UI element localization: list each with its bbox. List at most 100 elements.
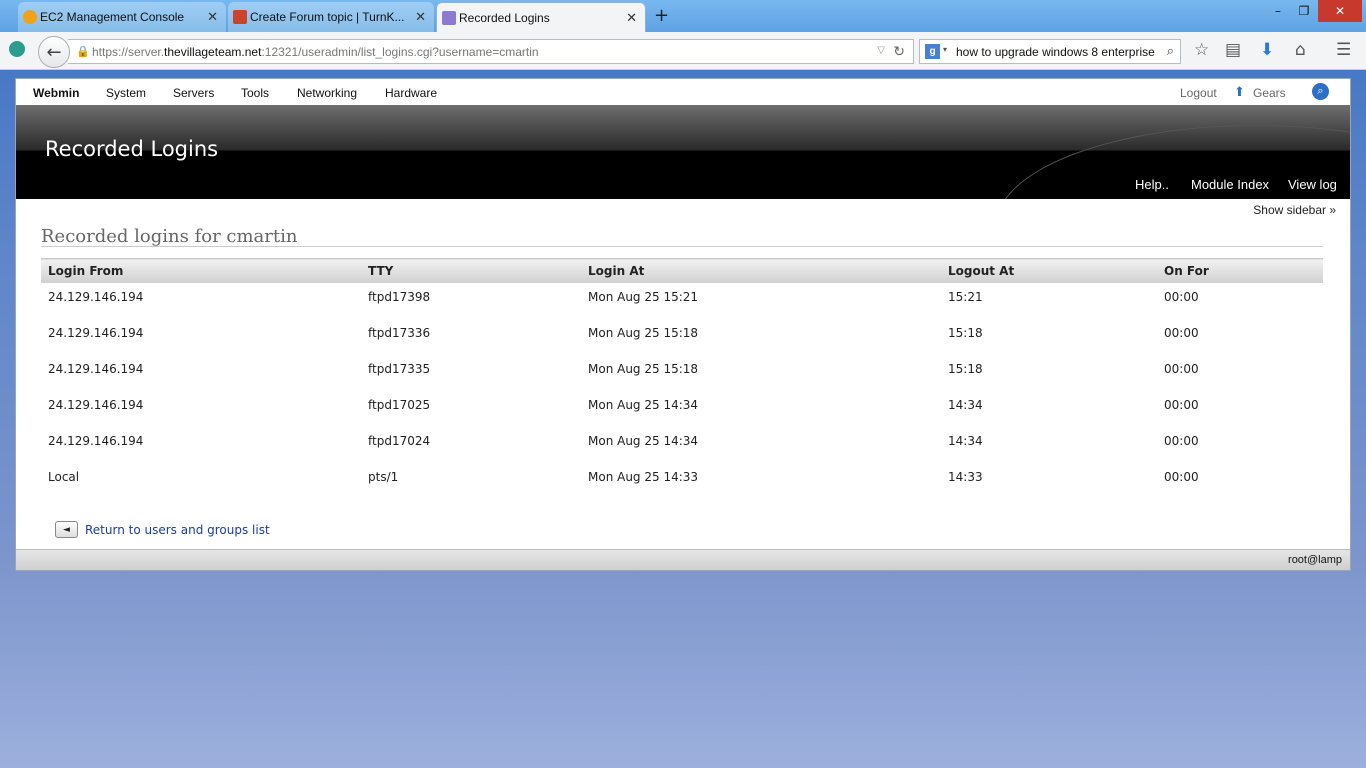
tab-create-forum-topic[interactable]: Create Forum topic | TurnK... ✕ — [228, 2, 434, 32]
nav-hardware[interactable]: Hardware — [385, 86, 437, 100]
login-at-cell: Mon Aug 25 14:34 — [588, 397, 699, 412]
back-triangle-icon[interactable]: ◄ — [55, 521, 78, 538]
col-logout-at: Logout At — [941, 258, 1157, 283]
table-row: Local pts/1 Mon Aug 25 14:33 14:33 00:00 — [41, 463, 1323, 499]
nav-servers[interactable]: Servers — [173, 86, 214, 100]
nav-networking[interactable]: Networking — [297, 86, 357, 100]
tty-cell: ftpd17335 — [368, 361, 431, 376]
reload-icon[interactable]: ↻ — [893, 43, 905, 60]
nav-tools[interactable]: Tools — [241, 86, 269, 100]
login-from-cell: 24.129.146.194 — [48, 361, 144, 376]
login-from-cell: 24.129.146.194 — [48, 325, 144, 340]
back-arrow-icon: ← — [46, 41, 62, 63]
return-link-container: ◄ Return to users and groups list — [55, 521, 270, 538]
table-row: 24.129.146.194 ftpd17024 Mon Aug 25 14:3… — [41, 427, 1323, 463]
tab-title: EC2 Management Console — [40, 10, 185, 24]
help-link[interactable]: Help.. — [1135, 177, 1169, 192]
on-for-cell: 00:00 — [1164, 433, 1199, 448]
identity-icon[interactable] — [9, 41, 25, 57]
close-tab-icon[interactable]: ✕ — [626, 10, 637, 26]
tty-cell: ftpd17025 — [368, 397, 431, 412]
url-prefix: https://server. — [92, 44, 165, 59]
module-header: Recorded Logins Help.. Module Index View… — [16, 105, 1350, 199]
on-for-cell: 00:00 — [1164, 469, 1199, 484]
login-at-cell: Mon Aug 25 15:18 — [588, 361, 699, 376]
footer-user: root@lamp — [1288, 554, 1342, 566]
tty-cell: ftpd17336 — [368, 325, 431, 340]
table-row: 24.129.146.194 ftpd17025 Mon Aug 25 14:3… — [41, 391, 1323, 427]
footer-bar: root@lamp — [16, 549, 1350, 570]
login-at-cell: Mon Aug 25 15:18 — [588, 325, 699, 340]
turnkey-favicon-icon — [233, 10, 247, 24]
logout-link[interactable]: Logout — [1180, 86, 1217, 100]
gears-link[interactable]: Gears — [1253, 86, 1286, 100]
on-for-cell: 00:00 — [1164, 325, 1199, 340]
table-row: 24.129.146.194 ftpd17398 Mon Aug 25 15:2… — [41, 283, 1323, 319]
browser-tab-bar: EC2 Management Console ✕ Create Forum to… — [0, 0, 1366, 32]
search-input[interactable]: g ▾ how to upgrade windows 8 enterprise … — [919, 39, 1181, 64]
table-row: 24.129.146.194 ftpd17335 Mon Aug 25 15:1… — [41, 355, 1323, 391]
login-at-cell: Mon Aug 25 14:34 — [588, 433, 699, 448]
module-index-link[interactable]: Module Index — [1191, 177, 1269, 192]
webmin-page: Webmin System Servers Tools Networking H… — [15, 78, 1351, 571]
tty-cell: pts/1 — [368, 469, 399, 484]
downloads-icon[interactable]: ⬇ — [1260, 40, 1274, 60]
menu-icon[interactable]: ☰ — [1336, 40, 1351, 60]
show-sidebar-link[interactable]: Show sidebar » — [1253, 203, 1336, 217]
close-window-button[interactable]: ✕ — [1318, 0, 1362, 22]
close-tab-icon[interactable]: ✕ — [415, 9, 426, 25]
on-for-cell: 00:00 — [1164, 289, 1199, 304]
tab-recorded-logins[interactable]: Recorded Logins ✕ — [436, 2, 646, 32]
restore-button[interactable]: ❐ — [1292, 0, 1316, 22]
google-search-icon[interactable]: g — [925, 44, 940, 59]
tab-ec2-console[interactable]: EC2 Management Console ✕ — [18, 2, 226, 32]
login-from-cell: 24.129.146.194 — [48, 433, 144, 448]
lock-icon: 🔒 — [76, 46, 90, 58]
tty-cell: ftpd17024 — [368, 433, 431, 448]
table-header-row: Login From TTY Login At Logout At On For — [41, 258, 1323, 283]
return-to-users-link[interactable]: Return to users and groups list — [85, 523, 270, 537]
login-from-cell: Local — [48, 469, 80, 484]
col-login-from: Login From — [41, 258, 361, 283]
view-log-link[interactable]: View log — [1288, 177, 1337, 192]
nav-webmin[interactable]: Webmin — [33, 86, 79, 100]
search-magnifier-icon[interactable]: ⌕ — [1167, 43, 1174, 59]
search-engine-dropdown-icon[interactable]: ▾ — [943, 45, 947, 54]
logout-at-cell: 15:21 — [948, 289, 983, 304]
url-suffix: :12321/useradmin/list_logins.cgi?usernam… — [261, 44, 539, 59]
bookmarks-list-icon[interactable]: ▤ — [1225, 40, 1241, 60]
login-at-cell: Mon Aug 25 15:21 — [588, 289, 699, 304]
webmin-top-nav: Webmin System Servers Tools Networking H… — [16, 79, 1350, 105]
back-button[interactable]: ← — [38, 36, 70, 68]
home-icon[interactable]: ⌂ — [1295, 40, 1306, 60]
tab-title: Recorded Logins — [459, 10, 550, 25]
logout-at-cell: 14:34 — [948, 397, 983, 412]
aws-favicon-icon — [23, 10, 37, 24]
bookmark-star-icon[interactable]: ☆ — [1194, 40, 1209, 60]
browser-nav-bar: 🔒 https://server. thevillageteam.net:1232… — [0, 32, 1366, 70]
logout-at-cell: 14:33 — [948, 469, 983, 484]
search-value: how to upgrade windows 8 enterprise — [956, 44, 1155, 59]
close-tab-icon[interactable]: ✕ — [207, 9, 218, 25]
tty-cell: ftpd17398 — [368, 289, 431, 304]
tab-title: Create Forum topic | TurnK... — [250, 10, 405, 24]
login-from-cell: 24.129.146.194 — [48, 397, 144, 412]
table-row: 24.129.146.194 ftpd17336 Mon Aug 25 15:1… — [41, 319, 1323, 355]
logout-at-cell: 15:18 — [948, 325, 983, 340]
main-content: Show sidebar » Recorded logins for cmart… — [16, 199, 1350, 549]
col-login-at: Login At — [581, 258, 941, 283]
search-icon[interactable]: ⌕ — [1312, 83, 1329, 100]
col-tty: TTY — [361, 258, 581, 283]
dropdown-arrow-icon[interactable]: ▽ — [877, 45, 885, 56]
logins-table: Login From TTY Login At Logout At On For… — [41, 258, 1323, 499]
on-for-cell: 00:00 — [1164, 397, 1199, 412]
nav-system[interactable]: System — [106, 86, 146, 100]
url-domain: thevillageteam.net — [164, 44, 262, 59]
on-for-cell: 00:00 — [1164, 361, 1199, 376]
url-bar[interactable]: 🔒 https://server. thevillageteam.net:1232… — [68, 39, 914, 64]
page-title: Recorded Logins — [45, 137, 219, 161]
webmin-favicon-icon — [442, 11, 456, 25]
minimize-button[interactable]: – — [1266, 0, 1290, 22]
new-tab-button[interactable]: + — [654, 5, 669, 26]
login-from-cell: 24.129.146.194 — [48, 289, 144, 304]
